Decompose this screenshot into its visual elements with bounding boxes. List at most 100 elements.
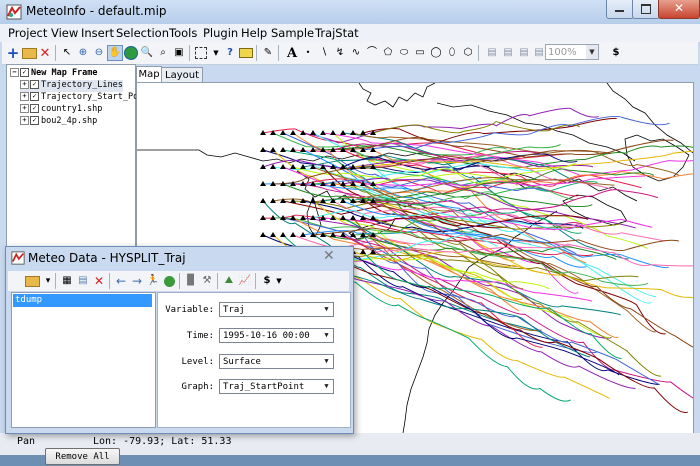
expand-icon[interactable]: + [20,104,29,113]
data-file-list[interactable]: tdump Remove All [11,292,156,465]
close-button[interactable]: ✕ [658,0,700,19]
view-chart-icon[interactable]: ▉ [183,273,199,289]
menu-view[interactable]: View [51,26,78,40]
meteo-data-dialog[interactable]: Meteo Data - HYSPLIT_Traj ✕ ▾ ▦ ▤ ✕ ← → … [5,246,354,465]
remove-layer-icon[interactable]: ✕ [37,45,53,61]
trajectory-start-point [260,147,266,152]
open-data-icon[interactable] [24,273,40,289]
dialog-app-icon [11,251,25,265]
minimize-button[interactable] [606,0,634,19]
expand-icon[interactable]: + [20,116,29,125]
tools-icon[interactable]: ⚒ [199,273,215,289]
recycle-icon[interactable] [161,273,177,289]
help-icon[interactable]: ? [222,45,238,61]
layer-checkbox[interactable]: ✓ [30,116,39,125]
menu-insert[interactable]: Insert [81,26,114,40]
select-pointer-icon[interactable]: ↖ [59,45,75,61]
expand-icon[interactable]: + [20,92,29,101]
edit-vertices-icon[interactable]: ⬡ [460,45,476,61]
data-info-icon[interactable]: ▦ [59,273,75,289]
align-left-icon[interactable]: ▤ [484,45,500,61]
variable-select[interactable]: Traj ▼ [219,302,334,317]
add-point-icon[interactable]: • [300,45,316,61]
zoom-out-icon[interactable]: ⊖ [91,45,107,61]
animation-icon[interactable]: 🏃 [145,273,161,289]
trajectory-start-point [350,130,356,135]
maximize-button[interactable] [632,0,660,19]
dialog-toolbar: ▾ ▦ ▤ ✕ ← → 🏃 ▉ ⚒ ⛰ 📈 $ ▼ [8,271,349,291]
graph-icon[interactable]: 📈 [237,273,253,289]
menu-project[interactable]: Project [8,26,47,40]
frame-checkbox[interactable]: ✓ [20,68,29,77]
layer-item-trajectory-lines[interactable]: + ✓ Trajectory_Lines [20,80,123,92]
layer-label: country1.shp [41,104,103,114]
list-item[interactable]: tdump [13,294,152,307]
menu-selection[interactable]: Selection [116,26,169,40]
layer-checkbox[interactable]: ✓ [30,104,39,113]
remove-data-icon[interactable]: ✕ [91,273,107,289]
remove-all-button[interactable]: Remove All [45,448,120,465]
menu-plugin[interactable]: Plugin [203,26,238,40]
menu-sample[interactable]: Sample [271,26,314,40]
add-polyline-icon[interactable]: ↯ [332,45,348,61]
add-curve-icon[interactable]: ⌒ [364,45,380,61]
add-text-icon[interactable]: A [284,45,300,61]
trajectory-start-point [280,164,286,169]
trajectory-start-point [340,130,346,135]
chevron-down-icon[interactable]: ▾ [40,273,56,289]
tab-layout[interactable]: Layout [161,67,203,83]
trajectory-start-point [280,198,286,203]
add-ellipse-icon[interactable]: ⬯ [444,45,460,61]
add-circle-icon[interactable]: ◯ [428,45,444,61]
script-icon[interactable]: $ [608,45,624,61]
chevron-down-icon: ▼ [324,305,329,313]
layer-item-country1[interactable]: + ✓ country1.shp [20,104,102,116]
open-folder-icon[interactable] [21,45,37,61]
layer-label: Trajectory_Start_Po [41,92,139,102]
map-frame-node[interactable]: − ✓ New Map Frame [10,68,98,80]
pan-hand-icon[interactable]: ✋ [107,45,123,61]
draw-trajectory-icon[interactable]: ⛰ [221,273,237,289]
layer-checkbox[interactable]: ✓ [30,92,39,101]
dialog-close-icon[interactable]: ✕ [323,248,335,264]
measure-icon[interactable] [238,45,254,61]
tab-map[interactable]: Map [136,66,162,83]
add-rectangle-icon[interactable]: ▭ [412,45,428,61]
trajectory-start-point [300,147,306,152]
select-elements-icon[interactable] [193,45,209,61]
menu-tools[interactable]: Tools [169,26,197,40]
previous-arrow-icon[interactable]: ← [113,273,129,289]
add-line-icon[interactable]: ∖ [316,45,332,61]
align-right-icon[interactable]: ▤ [516,45,532,61]
layer-checkbox[interactable]: ✓ [30,80,39,89]
trajectory-start-point [270,232,276,237]
graph-select[interactable]: Traj_StartPoint ▼ [219,379,334,394]
next-arrow-icon[interactable]: → [129,273,145,289]
layer-item-bou2-4p[interactable]: + ✓ bou2_4p.shp [20,116,97,128]
zoom-layer-icon[interactable]: ▣ [171,45,187,61]
title-bar[interactable]: MeteoInfo - default.mip ✕ [0,0,700,24]
level-select[interactable]: Surface ▼ [219,354,334,369]
add-polygon-icon[interactable]: ⬠ [380,45,396,61]
globe-icon[interactable] [123,45,139,61]
table-view-icon[interactable]: ▤ [75,273,91,289]
zoom-full-extent-icon[interactable]: ⌕ [155,45,171,61]
collapse-icon[interactable]: − [10,68,19,77]
add-layer-icon[interactable]: + [5,45,21,61]
layer-item-trajectory-start-points[interactable]: + ✓ Trajectory_Start_Po [20,92,138,104]
menu-help[interactable]: Help [241,26,267,40]
identify-icon[interactable]: 🔍 [139,45,155,61]
chevron-down-icon[interactable]: ▼ [271,273,287,289]
expand-icon[interactable]: + [20,80,29,89]
add-freehand-line-icon[interactable]: ∿ [348,45,364,61]
zoom-dropdown-icon[interactable]: ▼ [586,45,598,59]
hudson-bay-coast [358,83,436,108]
edit-icon[interactable]: ✎ [260,45,276,61]
zoom-in-icon[interactable]: ⊕ [75,45,91,61]
layer-label: bou2_4p.shp [41,116,98,126]
add-freehand-polygon-icon[interactable]: ⬭ [396,45,412,61]
chevron-down-icon: ▼ [324,331,329,339]
time-select[interactable]: 1995-10-16 00:00 ▼ [219,328,334,343]
align-center-icon[interactable]: ▤ [500,45,516,61]
menu-trajstat[interactable]: TrajStat [315,26,359,40]
